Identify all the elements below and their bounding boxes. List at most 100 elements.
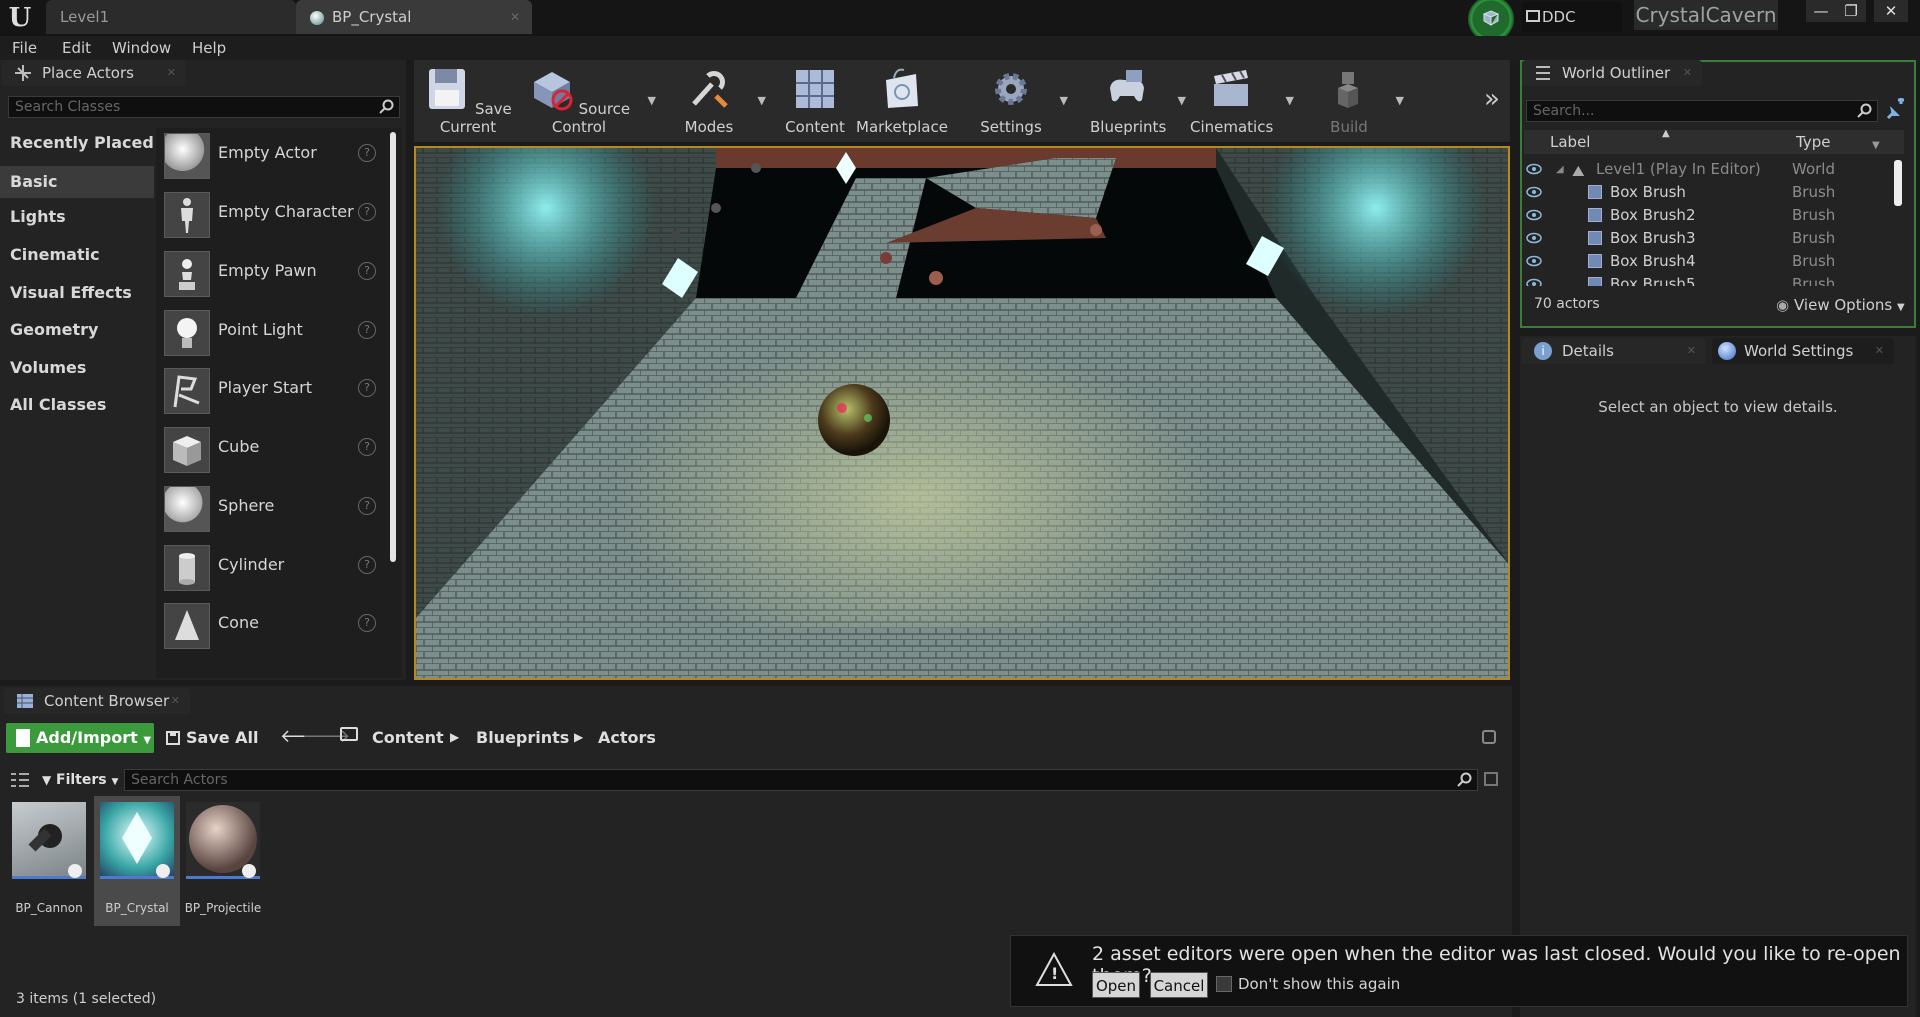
close-tab-icon[interactable]: ✕ bbox=[510, 0, 520, 34]
actor-item[interactable]: Cube ? bbox=[160, 421, 384, 477]
toolbar-overflow-icon[interactable]: » bbox=[1484, 84, 1500, 114]
save-all-button[interactable]: Save All bbox=[164, 723, 259, 753]
help-icon[interactable]: ? bbox=[358, 438, 376, 456]
actor-item[interactable]: Empty Character ? bbox=[160, 186, 384, 242]
source-control-status-icon[interactable] bbox=[1462, 0, 1520, 42]
place-actors-tab[interactable]: Place Actors ✕ bbox=[2, 60, 186, 86]
cinematics-button[interactable]: Cinematics ▼ bbox=[1190, 60, 1294, 142]
breadcrumb-content[interactable]: Content bbox=[372, 728, 444, 747]
help-icon[interactable]: ? bbox=[358, 321, 376, 339]
column-type-header[interactable]: Type bbox=[1796, 133, 1830, 151]
close-panel-icon[interactable]: ✕ bbox=[1683, 60, 1692, 86]
help-icon[interactable]: ? bbox=[358, 144, 376, 162]
eye-icon[interactable] bbox=[1526, 232, 1542, 244]
category-recently-placed[interactable]: Recently Placed bbox=[10, 133, 154, 152]
eye-icon[interactable] bbox=[1526, 186, 1542, 198]
dropdown-arrow-icon[interactable]: ▼ bbox=[1286, 94, 1294, 107]
marketplace-button[interactable]: Marketplace bbox=[856, 60, 948, 142]
dropdown-arrow-icon[interactable]: ▼ bbox=[1396, 94, 1404, 107]
folder-icon[interactable] bbox=[340, 727, 358, 741]
column-label-header[interactable]: Label bbox=[1550, 133, 1590, 151]
help-icon[interactable]: ? bbox=[358, 379, 376, 397]
breadcrumb-separator-icon[interactable]: ▶ bbox=[450, 730, 459, 744]
help-icon[interactable]: ? bbox=[358, 262, 376, 280]
actor-item[interactable]: Sphere ? bbox=[160, 480, 384, 536]
outliner-row[interactable]: Box Brush3 Brush bbox=[1526, 227, 1906, 250]
help-icon[interactable]: ? bbox=[358, 614, 376, 632]
level-viewport[interactable] bbox=[414, 146, 1510, 680]
search-classes-input[interactable]: Search Classes bbox=[8, 96, 400, 118]
dont-show-checkbox[interactable] bbox=[1216, 976, 1232, 992]
dropdown-arrow-icon[interactable]: ▼ bbox=[758, 94, 766, 107]
save-current-button[interactable]: Save Current bbox=[420, 60, 516, 142]
menu-edit[interactable]: Edit bbox=[62, 36, 91, 60]
close-panel-icon[interactable]: ✕ bbox=[171, 688, 180, 714]
category-visual-effects[interactable]: Visual Effects bbox=[10, 283, 132, 302]
actor-list-scrollbar[interactable] bbox=[390, 132, 396, 562]
outliner-search-input[interactable]: Search... bbox=[1526, 100, 1878, 122]
close-panel-icon[interactable]: ✕ bbox=[1687, 338, 1696, 364]
outliner-scrollbar[interactable] bbox=[1894, 160, 1902, 206]
expand-arrow-icon[interactable]: ◢ bbox=[1556, 158, 1564, 181]
ddc-indicator[interactable]: DDC bbox=[1522, 2, 1622, 32]
content-button[interactable]: Content bbox=[780, 60, 850, 142]
help-icon[interactable]: ? bbox=[358, 497, 376, 515]
breadcrumb-blueprints[interactable]: Blueprints bbox=[476, 728, 569, 747]
dropdown-arrow-icon[interactable]: ▼ bbox=[648, 94, 656, 107]
modes-button[interactable]: Modes ▼ bbox=[674, 60, 766, 142]
category-basic[interactable]: Basic bbox=[0, 166, 154, 198]
help-icon[interactable]: ? bbox=[358, 203, 376, 221]
category-lights[interactable]: Lights bbox=[10, 207, 66, 226]
view-options-button[interactable]: ◉ View Options ▼ bbox=[1776, 296, 1905, 314]
filters-button[interactable]: ▼ Filters ▼ bbox=[40, 770, 118, 790]
category-volumes[interactable]: Volumes bbox=[10, 358, 86, 377]
help-icon[interactable]: ? bbox=[358, 556, 376, 574]
outliner-row[interactable]: Box Brush2 Brush bbox=[1526, 204, 1906, 227]
content-browser-tab[interactable]: Content Browser ✕ bbox=[4, 688, 190, 714]
sources-toggle-icon[interactable] bbox=[10, 772, 30, 788]
asset-tile-selected[interactable]: BP_Crystal bbox=[94, 796, 180, 926]
menu-window[interactable]: Window bbox=[112, 36, 171, 60]
column-dropdown-icon[interactable]: ▼ bbox=[1872, 140, 1880, 151]
eye-icon[interactable] bbox=[1526, 209, 1542, 221]
maximize-button[interactable]: ❐ bbox=[1836, 0, 1866, 22]
breadcrumb-actors[interactable]: Actors bbox=[598, 728, 656, 747]
lock-icon[interactable] bbox=[1482, 730, 1496, 744]
world-settings-tab[interactable]: World Settings ✕ bbox=[1712, 338, 1894, 364]
save-search-icon[interactable] bbox=[1484, 772, 1498, 786]
unreal-logo-icon[interactable]: U bbox=[4, 2, 36, 34]
actor-item[interactable]: Empty Actor ? bbox=[160, 127, 384, 183]
menu-help[interactable]: Help bbox=[192, 36, 226, 60]
source-control-button[interactable]: Source Control ▼ bbox=[524, 60, 656, 142]
details-tab[interactable]: i Details ✕ bbox=[1522, 338, 1706, 364]
add-folder-icon[interactable] bbox=[1884, 98, 1908, 122]
actor-item[interactable]: Cone ? bbox=[160, 597, 384, 653]
actor-item[interactable]: Empty Pawn ? bbox=[160, 245, 384, 301]
build-button[interactable]: Build ▼ bbox=[1316, 60, 1404, 142]
eye-icon[interactable] bbox=[1526, 278, 1542, 286]
outliner-row[interactable]: Box Brush4 Brush bbox=[1526, 250, 1906, 273]
minimize-button[interactable]: — bbox=[1806, 0, 1836, 22]
dropdown-arrow-icon[interactable]: ▼ bbox=[1178, 94, 1186, 107]
outliner-row[interactable]: Box Brush5 Brush bbox=[1526, 273, 1906, 286]
asset-tile[interactable]: BP_Cannon bbox=[6, 802, 92, 926]
world-outliner-tab[interactable]: World Outliner ✕ bbox=[1522, 60, 1702, 86]
settings-button[interactable]: Settings ▼ bbox=[976, 60, 1068, 142]
search-actors-input[interactable]: Search Actors bbox=[124, 769, 1478, 791]
close-panel-icon[interactable]: ✕ bbox=[167, 60, 176, 86]
actor-item[interactable]: Point Light ? bbox=[160, 304, 384, 360]
close-window-button[interactable]: ✕ bbox=[1874, 0, 1908, 22]
eye-icon[interactable] bbox=[1526, 163, 1542, 175]
category-geometry[interactable]: Geometry bbox=[10, 320, 98, 339]
tab-bp-crystal[interactable]: BP_Crystal ✕ bbox=[296, 0, 532, 34]
actor-item[interactable]: Player Start ? bbox=[160, 362, 384, 418]
breadcrumb-separator-icon[interactable]: ▶ bbox=[574, 730, 583, 744]
category-all-classes[interactable]: All Classes bbox=[10, 395, 106, 414]
outliner-row[interactable]: Box Brush Brush bbox=[1526, 181, 1906, 204]
cancel-button[interactable]: Cancel bbox=[1150, 972, 1208, 998]
asset-tile[interactable]: BP_Projectile bbox=[180, 802, 266, 926]
category-cinematic[interactable]: Cinematic bbox=[10, 245, 100, 264]
close-panel-icon[interactable]: ✕ bbox=[1875, 338, 1884, 364]
actor-item[interactable]: Cylinder ? bbox=[160, 539, 384, 595]
eye-icon[interactable] bbox=[1526, 255, 1542, 267]
